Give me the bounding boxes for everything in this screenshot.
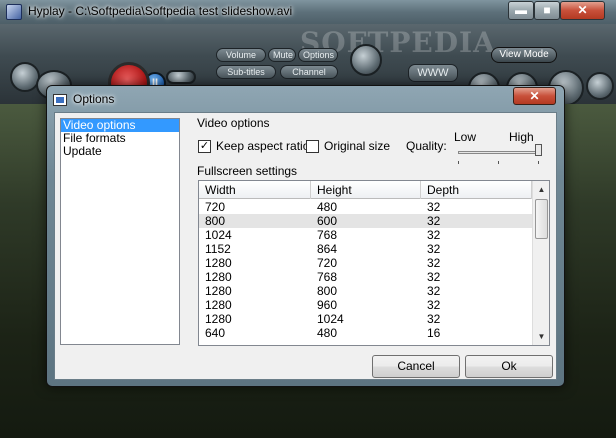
view-mode-button[interactable]: View Mode: [491, 47, 557, 63]
resolution-table[interactable]: Width Height Depth 720 480 32 800 600 32 1024 7…: [198, 180, 550, 346]
ok-button[interactable]: Ok: [465, 355, 553, 378]
options-button[interactable]: Options: [298, 48, 338, 62]
cell-width: 640: [205, 326, 226, 340]
slider-tick: [458, 161, 459, 164]
cell-depth: 32: [427, 270, 441, 284]
cell-depth: 32: [427, 228, 441, 242]
cell-depth: 32: [427, 200, 441, 214]
main-titlebar[interactable]: Hyplay - C:\Softpedia\Softpedia test sli…: [0, 0, 616, 24]
channel-button[interactable]: Channel: [280, 65, 338, 79]
category-item-update[interactable]: Update: [61, 145, 179, 158]
dialog-close-button[interactable]: ✕: [513, 87, 556, 105]
cell-height: 768: [317, 270, 338, 284]
table-row[interactable]: 1280 1024 32: [199, 312, 532, 326]
table-row[interactable]: 720 480 32: [199, 200, 532, 214]
cell-width: 800: [205, 214, 226, 228]
www-button[interactable]: WWW: [408, 64, 458, 82]
quality-high-label: High: [509, 130, 534, 144]
keep-aspect-label[interactable]: Keep aspect ratio: [216, 139, 309, 153]
cell-height: 480: [317, 326, 338, 340]
section-title: Video options: [197, 116, 270, 130]
maximize-button[interactable]: ■: [534, 1, 560, 20]
scroll-thumb[interactable]: [535, 199, 548, 239]
column-header-depth[interactable]: Depth: [421, 181, 532, 199]
quality-label: Quality:: [406, 139, 447, 153]
cell-width: 1280: [205, 312, 232, 326]
cell-width: 1280: [205, 284, 232, 298]
quality-slider-track[interactable]: [458, 151, 542, 154]
quality-slider-thumb[interactable]: [535, 144, 542, 156]
keep-aspect-checkbox[interactable]: ✓: [198, 140, 211, 153]
cell-height: 600: [317, 214, 338, 228]
table-row[interactable]: 1280 800 32: [199, 284, 532, 298]
table-row[interactable]: 640 480 16: [199, 326, 532, 340]
category-list[interactable]: Video options File formats Update: [60, 118, 180, 345]
cell-height: 960: [317, 298, 338, 312]
app-icon: [6, 4, 22, 20]
dialog-title: Options: [73, 92, 115, 106]
window-title: Hyplay - C:\Softpedia\Softpedia test sli…: [28, 4, 293, 18]
eject-knob-icon[interactable]: [586, 72, 614, 100]
cell-height: 864: [317, 242, 338, 256]
cell-depth: 16: [427, 326, 441, 340]
fullscreen-settings-label: Fullscreen settings: [197, 164, 298, 178]
cell-width: 1024: [205, 228, 232, 242]
slider-tick: [538, 161, 539, 164]
info-icon[interactable]: [350, 44, 382, 76]
table-row[interactable]: 800 600 32: [199, 214, 532, 228]
table-row[interactable]: 1280 720 32: [199, 256, 532, 270]
subtitles-button[interactable]: Sub-titles: [216, 65, 276, 79]
cell-height: 1024: [317, 312, 344, 326]
column-header-width[interactable]: Width: [199, 181, 311, 199]
cell-depth: 32: [427, 214, 441, 228]
mute-button[interactable]: Mute: [268, 48, 296, 62]
dialog-client: Video options File formats Update Video …: [54, 112, 557, 380]
options-dialog: Options ✕ Video options File formats Upd…: [46, 85, 565, 387]
table-row[interactable]: 1280 768 32: [199, 270, 532, 284]
quality-low-label: Low: [454, 130, 477, 144]
table-header: Width Height Depth: [199, 181, 532, 199]
cell-width: 1280: [205, 270, 232, 284]
cancel-button[interactable]: Cancel: [372, 355, 460, 378]
options-window-icon: [53, 94, 67, 106]
table-scrollbar[interactable]: ▲ ▼: [532, 181, 549, 345]
cell-height: 480: [317, 200, 338, 214]
minimize-button[interactable]: ▬: [508, 1, 534, 20]
cell-depth: 32: [427, 284, 441, 298]
cell-height: 720: [317, 256, 338, 270]
cell-depth: 32: [427, 312, 441, 326]
cell-width: 1280: [205, 256, 232, 270]
cell-width: 1280: [205, 298, 232, 312]
original-size-checkbox[interactable]: [306, 140, 319, 153]
scroll-down-arrow-icon[interactable]: ▼: [534, 329, 549, 344]
next-knob-icon[interactable]: [166, 70, 196, 84]
cell-width: 720: [205, 200, 226, 214]
cell-depth: 32: [427, 298, 441, 312]
column-header-height[interactable]: Height: [311, 181, 421, 199]
table-row[interactable]: 1024 768 32: [199, 228, 532, 242]
slider-tick: [498, 161, 499, 164]
cell-width: 1152: [205, 242, 231, 256]
cell-depth: 32: [427, 256, 441, 270]
table-row[interactable]: 1152 864 32: [199, 242, 532, 256]
table-row[interactable]: 1280 960 32: [199, 298, 532, 312]
cell-height: 800: [317, 284, 338, 298]
original-size-label[interactable]: Original size: [324, 139, 390, 153]
cell-height: 768: [317, 228, 338, 242]
cell-depth: 32: [427, 242, 441, 256]
close-button[interactable]: ✕: [560, 1, 605, 20]
volume-button[interactable]: Volume: [216, 48, 266, 62]
scroll-up-arrow-icon[interactable]: ▲: [534, 182, 549, 197]
